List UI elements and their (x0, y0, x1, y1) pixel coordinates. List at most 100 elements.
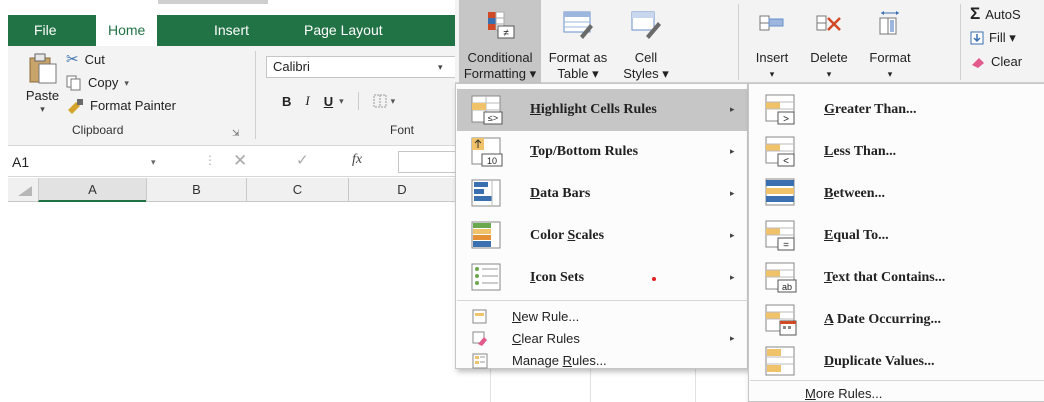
svg-text:10: 10 (487, 156, 497, 166)
paste-dropdown-icon[interactable]: ▾ (20, 104, 65, 115)
column-header-b[interactable]: B (146, 178, 246, 202)
submenu-arrow-icon: ▸ (730, 272, 735, 282)
column-header-c[interactable]: C (246, 178, 348, 202)
submenu-item-more-rules[interactable]: More Rules... (750, 384, 1044, 402)
underline-dropdown-icon[interactable]: ▾ (339, 96, 344, 107)
cell-styles-label-1: Cell (634, 50, 658, 65)
tab-home[interactable]: Home (96, 13, 158, 46)
name-box[interactable]: A1 ▾ (8, 150, 180, 174)
format-as-table-button[interactable]: Format as Table ▾ (541, 0, 615, 83)
select-all-corner[interactable] (8, 178, 38, 202)
menu-separator (750, 380, 1044, 381)
cancel-icon[interactable]: ✕ (233, 151, 247, 171)
formula-input[interactable] (398, 151, 463, 173)
copy-button[interactable]: Copy ▾ (66, 73, 129, 93)
borders-dropdown-icon[interactable]: ▾ (391, 96, 396, 107)
menu-item-manage-rules[interactable]: Manage Rules... (457, 350, 748, 372)
submenu-item-duplicate-values[interactable]: Duplicate Values... (750, 341, 1044, 383)
select-all-triangle-icon (18, 186, 32, 196)
worksheet-grid[interactable] (8, 202, 455, 402)
cut-button[interactable]: ✂ Cut (66, 50, 105, 70)
menu-item-label: Data Bars (530, 186, 591, 201)
menu-item-highlight-cells-rules[interactable]: ≤> Highlight Cells Rules ▸ (457, 89, 748, 131)
copy-label: Copy (88, 75, 119, 90)
font-group-label: Font (390, 123, 415, 137)
tab-page-layout[interactable]: Page Layout (296, 15, 391, 46)
menu-item-top-bottom-rules[interactable]: 10 Top/Bottom Rules ▸ (457, 131, 748, 173)
text-contains-icon: ab (765, 262, 797, 293)
tab-file[interactable]: File (26, 15, 65, 46)
paste-button[interactable]: Paste ▾ (20, 52, 65, 118)
submenu-item-label: Greater Than... (824, 102, 917, 117)
cell-styles-button[interactable]: Cell Styles ▾ (615, 0, 677, 83)
svg-text:<: < (783, 156, 789, 167)
insert-function-icon[interactable]: fx (352, 152, 362, 168)
top-bottom-icon: 10 (471, 137, 503, 167)
svg-text:=: = (783, 240, 789, 251)
highlight-cells-icon: ≤> (471, 95, 503, 125)
submenu-item-equal-to[interactable]: = Equal To... (750, 215, 1044, 257)
conditional-formatting-icon: ≠ (488, 11, 515, 39)
enter-check-icon[interactable]: ✓ (296, 151, 309, 169)
submenu-arrow-icon: ▸ (730, 188, 735, 198)
svg-text:≠: ≠ (503, 28, 509, 39)
name-box-dropdown-icon[interactable]: ▾ (151, 150, 156, 174)
format-painter-button[interactable]: Format Painter (66, 96, 176, 116)
insert-cells-button[interactable]: Insert ▾ (745, 0, 799, 83)
name-box-value: A1 (12, 154, 30, 170)
borders-icon[interactable] (373, 94, 387, 108)
menu-item-label: Icon Sets (530, 270, 585, 285)
fill-button[interactable]: Fill ▾ (970, 30, 1016, 46)
submenu-arrow-icon: ▸ (730, 146, 735, 156)
submenu-item-greater-than[interactable]: > Greater Than... (750, 89, 1044, 131)
underline-button[interactable]: U (324, 94, 333, 109)
font-name-dropdown-icon[interactable]: ▾ (438, 62, 443, 73)
submenu-arrow-icon: ▸ (730, 333, 735, 343)
menu-item-icon-sets[interactable]: Icon Sets ▸ (457, 257, 748, 299)
format-as-table-icon (563, 11, 593, 39)
clear-rules-icon (472, 331, 487, 346)
delete-dropdown-icon: ▾ (826, 69, 832, 79)
italic-button[interactable]: I (305, 93, 309, 109)
ribbon-tab-bar: File Home Insert Page Layout (0, 0, 455, 46)
clear-button[interactable]: Clear (970, 54, 1022, 69)
submenu-item-text-that-contains[interactable]: ab Text that Contains... (750, 257, 1044, 299)
copy-dropdown-icon[interactable]: ▾ (124, 73, 129, 93)
submenu-item-label: Equal To... (824, 228, 889, 243)
format-cells-icon (879, 11, 899, 35)
format-cells-button[interactable]: Format ▾ (859, 0, 921, 83)
conditional-formatting-label-2: Formatting ▾ (463, 66, 537, 81)
menu-item-data-bars[interactable]: Data Bars ▸ (457, 173, 748, 215)
submenu-item-between[interactable]: Between... (750, 173, 1044, 215)
fill-label: Fill ▾ (989, 30, 1016, 45)
group-divider (738, 4, 739, 80)
conditional-formatting-button[interactable]: ≠ Conditional Formatting ▾ (459, 0, 541, 83)
bold-button[interactable]: B (282, 94, 291, 109)
submenu-item-a-date-occurring[interactable]: A Date Occurring... (750, 299, 1044, 341)
highlight-cells-rules-submenu: > Greater Than... < Less Than... Between… (748, 83, 1044, 402)
scissors-icon: ✂ (66, 51, 79, 68)
font-name-box[interactable]: Calibri (266, 56, 456, 78)
format-painter-icon (68, 99, 83, 114)
paste-label: Paste (25, 88, 60, 103)
conditional-formatting-label-1: Conditional (467, 50, 533, 65)
autosum-label: AutoS (985, 6, 1021, 22)
autosum-button[interactable]: Σ AutoS (970, 4, 1021, 24)
column-header-d[interactable]: D (348, 178, 455, 202)
delete-cells-button[interactable]: Delete ▾ (799, 0, 859, 83)
between-icon (765, 178, 795, 206)
equal-to-icon: = (765, 220, 795, 251)
clear-label: Clear (991, 54, 1023, 69)
submenu-item-less-than[interactable]: < Less Than... (750, 131, 1044, 173)
new-rule-icon (472, 309, 487, 324)
menu-item-new-rule[interactable]: New Rule... (457, 306, 748, 328)
greater-than-icon: > (765, 94, 795, 125)
column-header-a[interactable]: A (38, 178, 146, 202)
duplicate-values-icon (765, 346, 795, 376)
menu-item-color-scales[interactable]: Color Scales ▸ (457, 215, 748, 257)
tab-insert[interactable]: Insert (206, 15, 257, 46)
menu-item-clear-rules[interactable]: Clear Rules ▸ (457, 328, 748, 350)
clipboard-launcher-icon[interactable]: ⇲ (232, 128, 240, 139)
svg-text:ab: ab (782, 282, 792, 292)
menu-item-label: Clear Rules (512, 331, 580, 346)
